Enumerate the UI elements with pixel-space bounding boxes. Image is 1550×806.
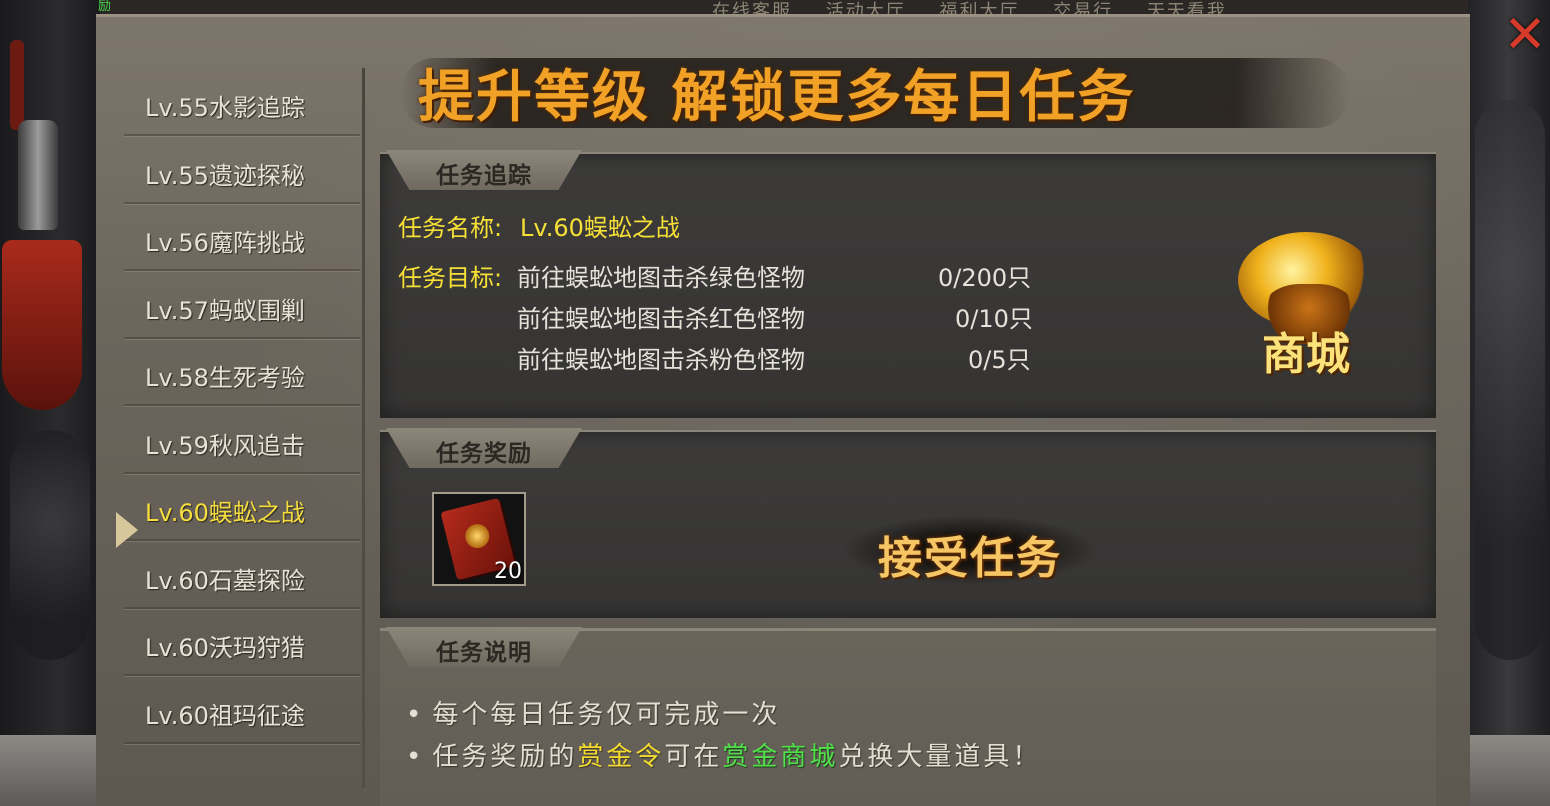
quest-goal-text: 前往蜈蚣地图击杀粉色怪物 [517,346,805,374]
quest-goal-label: 任务目标: [398,264,503,292]
description-text: 任务奖励的 [432,742,578,772]
accept-quest-label: 接受任务 [878,533,1062,584]
section-title: 任务奖励 [436,440,532,467]
sidebar-item-quest[interactable]: Lv.58生死考验 [124,340,360,406]
sidebar-item-quest[interactable]: Lv.55水影追踪 [124,70,360,136]
shop-label: 商城 [1262,329,1350,380]
section-title: 任务说明 [436,639,532,666]
topbar-tag: 励 [98,0,112,14]
tassel-cord [10,40,24,130]
sidebar-item-quest[interactable]: Lv.59秋风追击 [124,408,360,474]
bounty-shop-link[interactable]: 赏金商城 [722,742,838,772]
right-scroll-edge [1468,0,1550,806]
tassel-cap [18,120,58,230]
sidebar-item-quest[interactable]: Lv.57蚂蚁围剿 [124,273,360,339]
shop-button[interactable]: 商城 [1230,222,1380,382]
sidebar-item-label: Lv.60蜈蚣之战 [145,499,305,527]
quest-goal-progress: 0/10只 [955,305,1033,333]
sidebar-item-label: Lv.55遗迹探秘 [145,162,305,190]
sidebar-divider [362,68,365,788]
scroll-roller-right [1468,735,1550,806]
sidebar-item-quest-selected[interactable]: Lv.60蜈蚣之战 [124,475,360,541]
quest-goal-progress: 0/5只 [968,346,1031,374]
sidebar-item-label: Lv.58生死考验 [145,364,305,392]
left-scroll-edge [0,0,100,806]
description-line: • 每个每日任务仅可完成一次 [406,694,780,731]
sidebar-item-label: Lv.57蚂蚁围剿 [145,297,305,325]
sidebar-item-quest[interactable]: Lv.60沃玛狩猎 [124,610,360,676]
quest-goal-text: 前往蜈蚣地图击杀绿色怪物 [517,264,805,292]
description-text: 兑换大量道具！ [838,742,1042,772]
section-tab: 任务追踪 [386,150,582,190]
selected-arrow-icon [116,512,138,548]
close-button[interactable]: ✕ [1503,9,1547,61]
section-tab: 任务奖励 [386,428,582,468]
sidebar-item-quest[interactable]: Lv.56魔阵挑战 [124,205,360,271]
dragon-ornament-left [10,430,90,660]
accept-quest-button[interactable]: 接受任务 [846,516,1094,584]
description-text: 可在 [664,742,723,772]
section-title: 任务追踪 [436,162,532,189]
section-tab: 任务说明 [386,627,582,667]
tassel-fringe [2,240,82,410]
bullet-icon: • [406,700,425,730]
quest-list-sidebar: Lv.55水影追踪 Lv.55遗迹探秘 Lv.56魔阵挑战 Lv.57蚂蚁围剿 … [124,70,360,770]
sidebar-item-label: Lv.59秋风追击 [145,432,305,460]
page-title: 提升等级 解锁更多每日任务 [418,64,1136,130]
scroll-roller-left [0,735,100,806]
page-banner: 提升等级 解锁更多每日任务 [380,40,1380,140]
sidebar-item-quest[interactable]: Lv.60石墓探险 [124,543,360,609]
sidebar-item-label: Lv.60沃玛狩猎 [145,634,305,662]
sidebar-item-label: Lv.60石墓探险 [145,567,305,595]
description-text: 每个每日任务仅可完成一次 [432,700,781,730]
sidebar-item-quest[interactable]: Lv.60祖玛征途 [124,678,360,744]
book-emblem-icon [462,521,492,551]
bullet-icon: • [406,742,425,772]
sidebar-item-label: Lv.55水影追踪 [145,94,305,122]
quest-goal-progress: 0/200只 [938,264,1032,292]
dragon-ornament-right [1475,100,1545,660]
quest-name-label: 任务名称: [398,214,503,242]
description-line: • 任务奖励的赏金令可在赏金商城兑换大量道具！ [406,736,1041,773]
sidebar-item-label: Lv.60祖玛征途 [145,702,305,730]
reward-item-slot[interactable]: 20 [432,492,526,586]
sidebar-item-quest[interactable]: Lv.55遗迹探秘 [124,138,360,204]
sidebar-item-label: Lv.56魔阵挑战 [145,229,305,257]
item-count: 20 [494,559,522,584]
quest-name-value: Lv.60蜈蚣之战 [520,214,680,242]
quest-goal-text: 前往蜈蚣地图击杀红色怪物 [517,305,805,333]
bounty-token-highlight: 赏金令 [577,742,665,772]
